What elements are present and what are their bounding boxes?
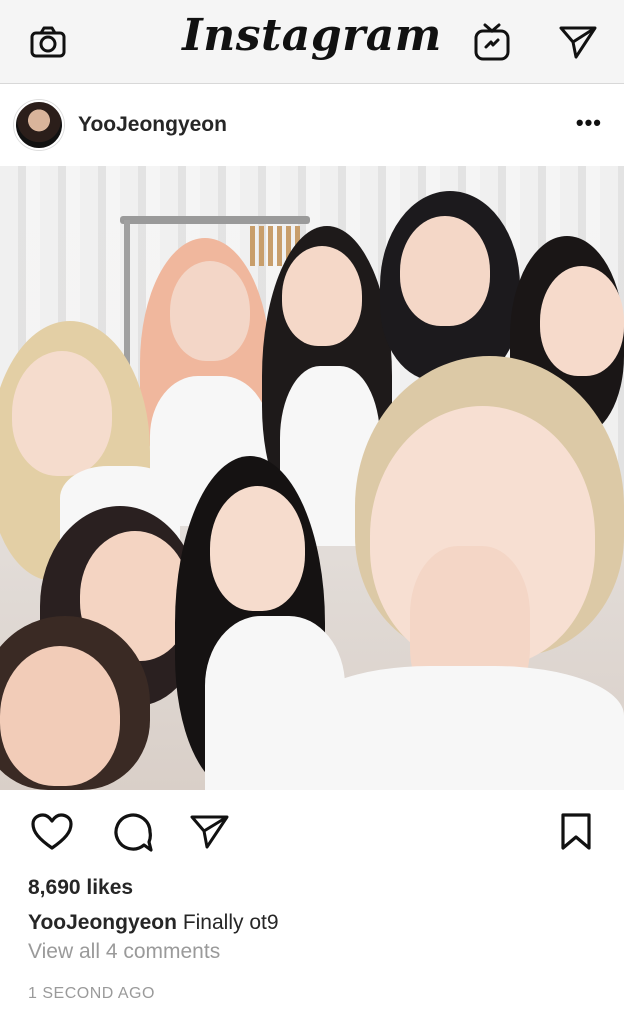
caption-username[interactable]: YooJeongyeon	[28, 911, 177, 934]
like-count[interactable]: 8,690 likes	[28, 876, 133, 900]
heart-icon[interactable]	[30, 810, 74, 854]
share-icon[interactable]	[188, 810, 232, 854]
person-face	[540, 266, 624, 376]
post-username[interactable]: YooJeongyeon	[78, 113, 227, 137]
person-face	[400, 216, 490, 326]
clothing-rack	[120, 216, 310, 224]
post-action-bar	[0, 790, 624, 870]
comment-icon[interactable]	[111, 810, 155, 854]
post-photo[interactable]	[0, 166, 624, 790]
bookmark-icon[interactable]	[554, 810, 598, 854]
post-timestamp: 1 SECOND AGO	[28, 985, 155, 1002]
igtv-icon[interactable]	[472, 22, 512, 62]
person-face	[282, 246, 362, 346]
post-header: YooJeongyeon •••	[0, 84, 624, 166]
top-navigation-bar: Instagram	[0, 0, 624, 84]
post-caption: YooJeongyeon Finally ot9	[28, 911, 279, 935]
person-face	[12, 351, 112, 476]
view-comments-link[interactable]: View all 4 comments	[28, 940, 220, 964]
person-face	[170, 261, 250, 361]
caption-text: Finally ot9	[182, 911, 279, 934]
more-options-icon[interactable]: •••	[576, 110, 602, 136]
person-face	[0, 646, 120, 786]
person-shirt	[300, 666, 624, 790]
instagram-logo: Instagram	[182, 10, 442, 61]
person-face	[210, 486, 305, 611]
avatar[interactable]	[14, 100, 64, 150]
direct-message-icon[interactable]	[558, 22, 598, 62]
